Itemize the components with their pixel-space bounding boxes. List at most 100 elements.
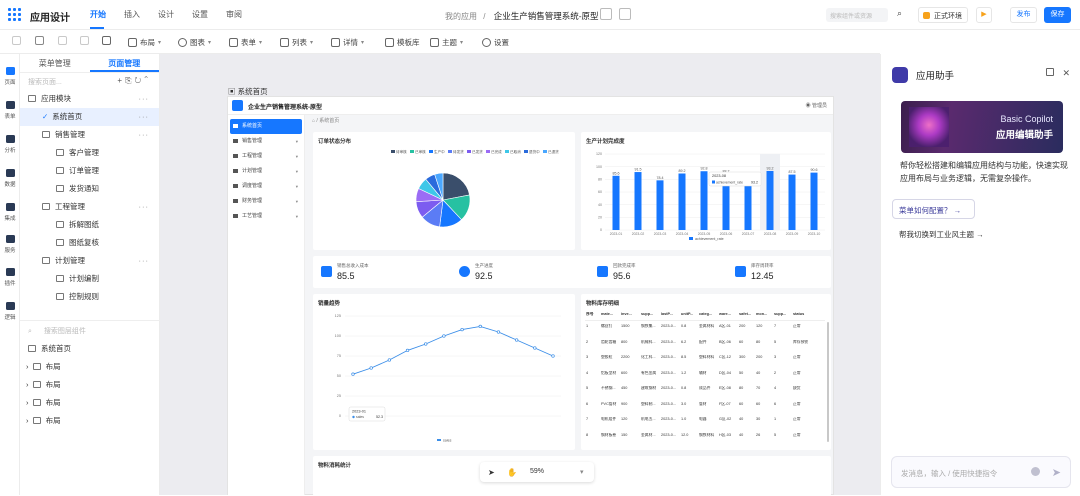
tree-node[interactable]: 客户管理: [20, 144, 159, 162]
line-point[interactable]: [442, 334, 446, 338]
bar[interactable]: [788, 174, 796, 230]
tree-node[interactable]: ✓ 系统首页 ···: [20, 108, 159, 126]
tab-menu-management[interactable]: 菜单管理: [20, 54, 90, 72]
page-search-input[interactable]: 搜索页面... +⎘↻⌃: [20, 73, 159, 90]
design-canvas[interactable]: ▣ 系统首页 企业生产销售管理系统-原型 ◉ 管理员 系统首页 销售管理 ▾ 工程管理…: [160, 54, 880, 496]
run-button[interactable]: ▶: [976, 7, 992, 23]
table-header-cell[interactable]: supp...: [774, 312, 792, 316]
table-row[interactable]: 7 电机组件 120 机电五... 2023-0... 1.0 电器 G区-02 40 30 1 正常: [581, 417, 831, 425]
layer-item[interactable]: › 布局: [20, 394, 160, 412]
table-header-cell[interactable]: lastP...: [661, 312, 680, 316]
line-point[interactable]: [496, 330, 501, 334]
table-header-cell[interactable]: mon...: [756, 312, 773, 316]
tree-node[interactable]: 工程管理 ···: [20, 198, 159, 216]
attach-icon[interactable]: [1031, 467, 1040, 476]
layer-item[interactable]: 系统首页: [20, 340, 160, 358]
bar[interactable]: [612, 175, 620, 230]
chevron-right-icon[interactable]: ›: [26, 398, 31, 407]
rail-services[interactable]: 服务: [0, 235, 20, 254]
table-header-cell[interactable]: supp...: [641, 312, 660, 316]
line-point[interactable]: [369, 366, 373, 370]
copy-icon[interactable]: [12, 36, 21, 45]
component-search-input[interactable]: ⌕ 搜索图层组件: [20, 320, 160, 338]
layer-item[interactable]: › 布局: [20, 376, 160, 394]
menu-settings[interactable]: 设置: [192, 9, 208, 20]
tree-node[interactable]: 计划编制: [20, 270, 159, 288]
line-point[interactable]: [387, 358, 392, 362]
line-point[interactable]: [460, 327, 464, 332]
lock-icon[interactable]: [1046, 68, 1054, 76]
line-point[interactable]: [551, 354, 555, 358]
bar[interactable]: [656, 180, 664, 230]
menu-insert[interactable]: 插入: [124, 9, 140, 20]
preview-menu-item[interactable]: 财务管理 ▾: [230, 194, 302, 209]
line-point[interactable]: [424, 342, 428, 346]
rail-integration[interactable]: 集成: [0, 203, 20, 222]
table-header-cell[interactable]: ware...: [719, 312, 738, 316]
line-point[interactable]: [478, 324, 482, 329]
save-button[interactable]: 保存: [1044, 7, 1071, 23]
preview-menu-item[interactable]: 调度管理 ▾: [230, 179, 302, 194]
rail-data[interactable]: 数据: [0, 169, 20, 188]
line-point[interactable]: [405, 348, 410, 353]
table-header-cell[interactable]: categ...: [699, 312, 718, 316]
toolbar-detail[interactable]: 详情 ▾: [331, 37, 364, 48]
menu-design[interactable]: 设计: [158, 9, 174, 20]
table-scrollbar[interactable]: [827, 322, 829, 442]
assistant-input[interactable]: 发消息，输入 / 使用快捷指令 ➤: [891, 456, 1071, 488]
clear-icon[interactable]: [102, 36, 111, 45]
table-row[interactable]: 2 齿轮齿箱 800 机械科... 2023-0... 6.2 配件 B区-06 60 80 5 库存…: [581, 340, 831, 348]
table-row[interactable]: 3 塑胶粒 2200 化工科... 2023-0... 8.5 塑料材料 C区-12 300 20…: [581, 355, 831, 363]
chevron-right-icon[interactable]: ›: [26, 380, 31, 389]
tree-node[interactable]: 控制规则: [20, 288, 159, 306]
rail-forms[interactable]: 表单: [0, 101, 20, 120]
tree-node[interactable]: 应用模块 ···: [20, 90, 159, 108]
more-icon[interactable]: ···: [139, 108, 150, 126]
rail-pages[interactable]: 页面: [0, 67, 20, 86]
bar[interactable]: [810, 172, 818, 230]
toolbar-chart[interactable]: 图表 ▾: [178, 37, 211, 48]
rail-logic[interactable]: 逻辑: [0, 302, 20, 321]
tree-node[interactable]: 销售管理 ···: [20, 126, 159, 144]
pointer-icon[interactable]: ➤: [488, 468, 495, 477]
chevron-down-icon[interactable]: ▾: [580, 468, 584, 476]
table-row[interactable]: 1 螺丝钉 1500 钢铁集... 2023-0... 0.8 金属材料 A区-01 200 12…: [581, 324, 831, 332]
bar[interactable]: [766, 170, 774, 230]
tree-node[interactable]: 图纸复核: [20, 234, 159, 252]
layer-item[interactable]: › 布局: [20, 412, 160, 430]
preview-menu-item[interactable]: 系统首页: [230, 119, 302, 134]
tree-node[interactable]: 发货通知: [20, 180, 159, 198]
bar[interactable]: [700, 171, 708, 230]
delete-icon[interactable]: [58, 36, 67, 45]
chevron-right-icon[interactable]: ›: [26, 362, 31, 371]
toolbar-form[interactable]: 表单 ▾: [229, 37, 262, 48]
publish-button[interactable]: 发布: [1010, 7, 1037, 23]
toolbar-settings[interactable]: 设置: [482, 37, 509, 48]
table-row[interactable]: 4 铝板型材 600 有色金属 2023-0... 1.2 辅材 D区-04 50 40 2 正常: [581, 371, 831, 379]
table-header-cell[interactable]: status: [793, 312, 819, 316]
tree-tools[interactable]: +⎘↻⌃: [117, 76, 151, 86]
chevron-right-icon[interactable]: ›: [26, 416, 31, 425]
toolbar-theme[interactable]: 主题 ▾: [430, 37, 463, 48]
line-point[interactable]: [351, 372, 355, 376]
preview-user[interactable]: ◉ 管理员: [806, 102, 827, 109]
table-header-cell[interactable]: safet...: [739, 312, 755, 316]
table-header-cell[interactable]: inve...: [621, 312, 640, 316]
preview-menu-item[interactable]: 销售管理 ▾: [230, 134, 302, 149]
menu-start[interactable]: 开始: [90, 9, 106, 20]
tree-node[interactable]: 计划管理 ···: [20, 252, 159, 270]
line-point[interactable]: [533, 346, 537, 350]
preview-menu-item[interactable]: 计划管理 ▾: [230, 164, 302, 179]
more-icon[interactable]: ···: [139, 198, 150, 216]
paste-icon[interactable]: [35, 36, 44, 45]
menu-review[interactable]: 审阅: [226, 9, 242, 20]
search-icon[interactable]: ⌕: [897, 8, 902, 19]
table-row[interactable]: 6 PVC管材 900 塑料制... 2023-0... 3.0 管材 F区-07 60 60 6 正…: [581, 402, 831, 410]
close-icon[interactable]: ✕: [1062, 68, 1070, 79]
table-row[interactable]: 8 钢材板卷 150 金属材... 2023-0... 12.0 钢铁材料 H区-03 40 26…: [581, 433, 831, 441]
toolbar-templates[interactable]: 模板库: [385, 37, 420, 48]
edit-icon[interactable]: [600, 8, 612, 20]
app-grid-icon[interactable]: [8, 8, 21, 21]
format-icon[interactable]: [80, 36, 89, 45]
environment-selector[interactable]: 正式环境: [918, 7, 968, 23]
